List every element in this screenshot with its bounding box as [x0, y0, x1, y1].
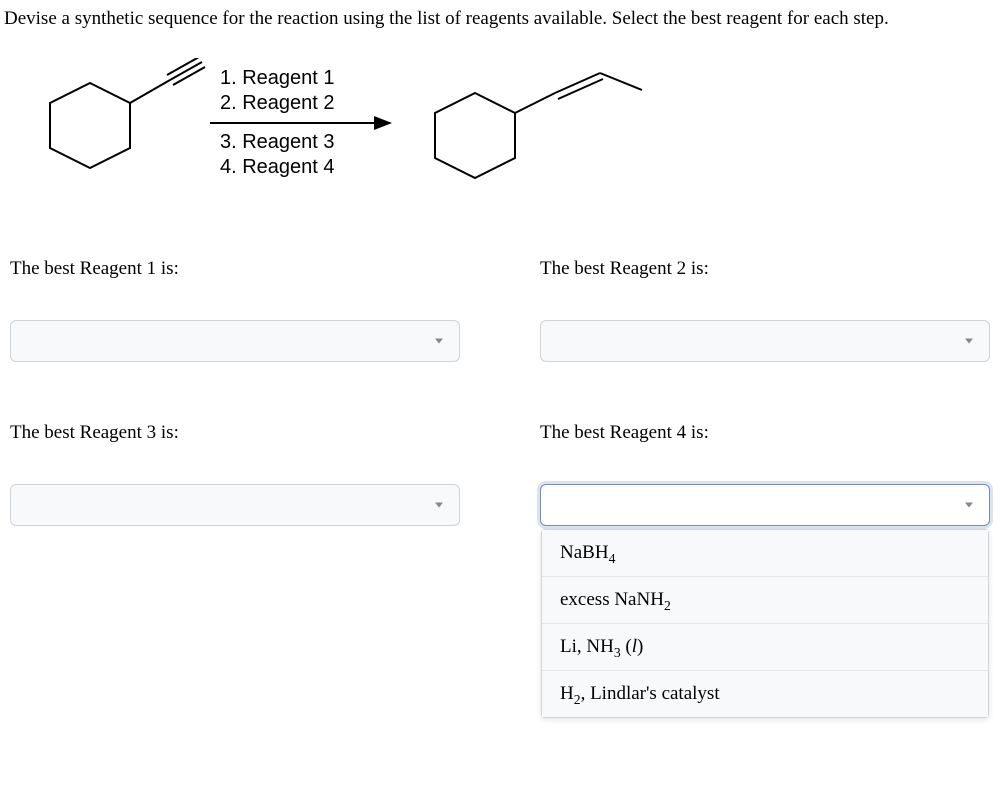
reagent-line-1: 1. Reagent 1 — [220, 66, 410, 91]
arrow-head-icon — [374, 116, 392, 130]
page-container: Devise a synthetic sequence for the reac… — [0, 0, 1000, 808]
reagent-line-4: 4. Reagent 4 — [220, 155, 410, 180]
reagent-line-2: 2. Reagent 2 — [220, 91, 410, 116]
chevron-down-icon — [435, 339, 443, 344]
dropdown-option[interactable]: excess NaNH2 — [542, 577, 988, 624]
reagents-below-arrow: 3. Reagent 3 4. Reagent 4 — [210, 130, 420, 180]
reagent4-block: The best Reagent 4 is: NaBH4 excess NaNH… — [540, 422, 990, 526]
reagent3-dropdown[interactable] — [10, 484, 460, 526]
chevron-down-icon — [965, 339, 973, 344]
dropdown-option[interactable]: Li, NH3 (l) — [542, 624, 988, 671]
reagent2-label: The best Reagent 2 is: — [540, 258, 990, 280]
reagent4-dropdown[interactable]: NaBH4 excess NaNH2 Li, NH3 (l) H2, Lindl… — [540, 484, 990, 526]
reagents-above-arrow: 1. Reagent 1 2. Reagent 2 — [210, 66, 420, 116]
chevron-down-icon — [435, 503, 443, 508]
dropdown-option[interactable]: H2, Lindlar's catalyst — [542, 671, 988, 717]
reagent3-block: The best Reagent 3 is: — [10, 422, 460, 526]
reaction-scheme: 1. Reagent 1 2. Reagent 2 3. Reagent 3 4… — [0, 48, 1000, 198]
reagent4-label: The best Reagent 4 is: — [540, 422, 990, 444]
reaction-arrow-block: 1. Reagent 1 2. Reagent 2 3. Reagent 3 4… — [210, 66, 420, 180]
reaction-arrow — [210, 122, 390, 124]
starting-material-structure — [30, 58, 210, 188]
reagent3-label: The best Reagent 3 is: — [10, 422, 460, 444]
dropdown-option[interactable]: NaBH4 — [542, 530, 988, 577]
reagent1-label: The best Reagent 1 is: — [10, 258, 460, 280]
chevron-down-icon — [965, 503, 973, 508]
reagent2-block: The best Reagent 2 is: — [540, 258, 990, 362]
reagent1-dropdown[interactable] — [10, 320, 460, 362]
reagent2-dropdown[interactable] — [540, 320, 990, 362]
questions-grid: The best Reagent 1 is: The best Reagent … — [0, 198, 1000, 526]
reagent4-dropdown-menu: NaBH4 excess NaNH2 Li, NH3 (l) H2, Lindl… — [541, 529, 989, 718]
question-text: Devise a synthetic sequence for the reac… — [0, 0, 1000, 48]
product-structure — [420, 58, 650, 188]
reagent1-block: The best Reagent 1 is: — [10, 258, 460, 362]
reagent-line-3: 3. Reagent 3 — [220, 130, 410, 155]
